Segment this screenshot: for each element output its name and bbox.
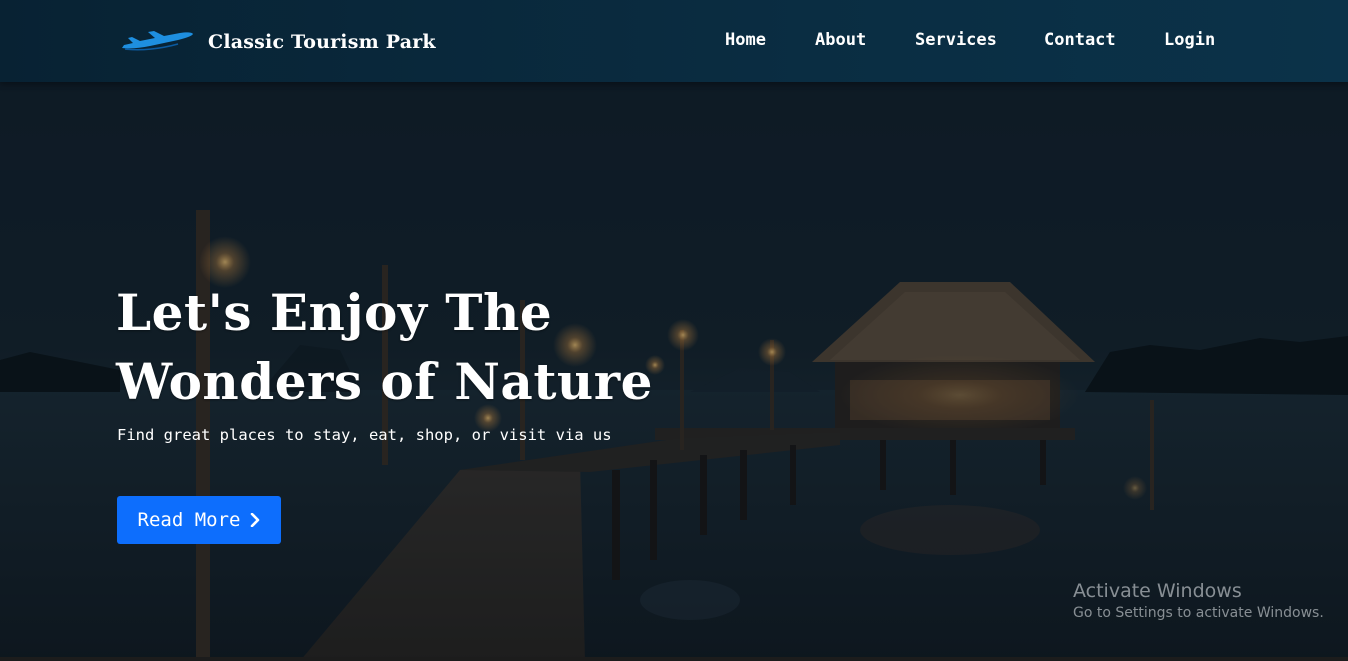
read-more-button[interactable]: Read More: [117, 496, 281, 544]
nav-home-link[interactable]: Home: [725, 30, 766, 50]
nav-contact-link[interactable]: Contact: [1044, 30, 1116, 50]
airplane-icon: [122, 31, 193, 51]
brand-logo[interactable]: Classic Tourism Park: [120, 25, 436, 59]
bottom-divider: [0, 657, 1348, 661]
nav-menu: Home About Services Contact Login: [700, 30, 1240, 54]
windows-activation-watermark: Activate Windows Go to Settings to activ…: [1073, 580, 1324, 623]
watermark-subtitle: Go to Settings to activate Windows.: [1073, 605, 1324, 621]
hero-section: Let's Enjoy The Wonders of Nature Find g…: [116, 278, 716, 544]
nav-login-link[interactable]: Login: [1164, 30, 1215, 50]
brand-name: Classic Tourism Park: [208, 31, 436, 53]
watermark-title: Activate Windows: [1073, 580, 1242, 602]
chevron-right-icon: [251, 513, 260, 527]
hero-title: Let's Enjoy The Wonders of Nature: [116, 283, 653, 411]
read-more-label: Read More: [137, 509, 241, 531]
navbar: Classic Tourism Park Home About Services…: [0, 0, 1348, 82]
nav-services-link[interactable]: Services: [915, 30, 997, 50]
hero-subtitle: Find great places to stay, eat, shop, or…: [117, 426, 612, 444]
nav-about-link[interactable]: About: [815, 30, 866, 50]
landing-page: Classic Tourism Park Home About Services…: [0, 0, 1348, 661]
